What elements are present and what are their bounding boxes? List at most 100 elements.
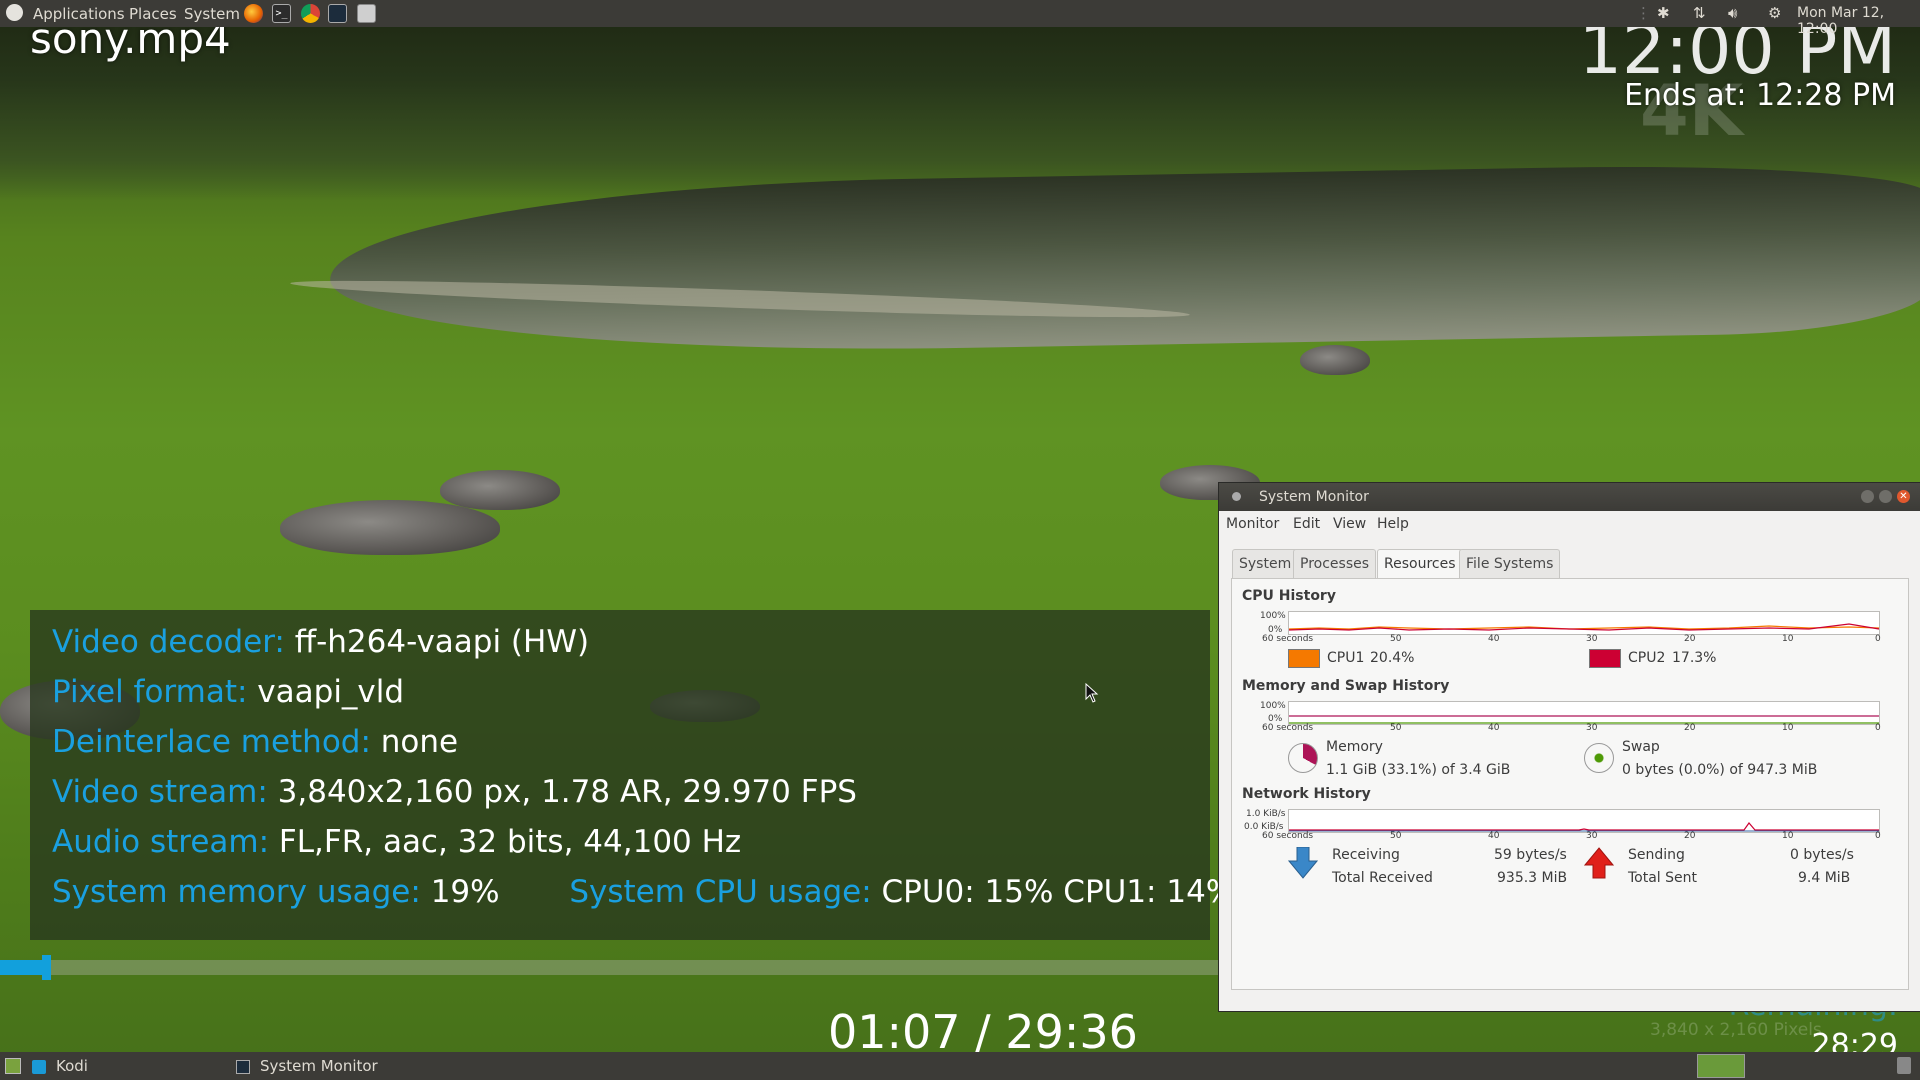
value: 19% <box>430 874 500 910</box>
panel-clock[interactable]: Mon Mar 12, 12:00 <box>1797 5 1920 37</box>
memory-graph-lines <box>1289 715 1879 724</box>
value: 3,840x2,160 px, 1.78 AR, 29.970 FPS <box>277 774 857 810</box>
net-tick: 0 <box>1875 831 1881 841</box>
seek-bar-handle[interactable] <box>42 955 52 980</box>
cpu1-color-swatch[interactable] <box>1288 649 1320 668</box>
tab-resources[interactable]: Resources <box>1377 549 1463 578</box>
info-deinterlace: Deinterlace method: none <box>52 724 458 760</box>
tab-system[interactable]: System <box>1232 549 1299 578</box>
kodi-icon <box>32 1059 46 1074</box>
cpu-tick: 60 seconds <box>1262 634 1314 644</box>
osd-ends-at: Ends at: 12:28 PM <box>1624 78 1896 113</box>
chrome-icon[interactable] <box>301 4 320 23</box>
cpu2-label: CPU2 <box>1628 650 1666 666</box>
swap-label: Swap <box>1622 739 1660 755</box>
value: FL,FR, aac, 32 bits, 44,100 Hz <box>278 824 742 860</box>
net-tick: 50 <box>1390 831 1402 841</box>
tab-processes[interactable]: Processes <box>1293 549 1377 578</box>
info-video-stream: Video stream: 3,840x2,160 px, 1.78 AR, 2… <box>52 774 857 810</box>
bluetooth-icon[interactable]: ✱ <box>1657 4 1670 22</box>
taskbar-item-kodi[interactable]: Kodi <box>32 1054 232 1078</box>
network-icon[interactable]: ⇅ <box>1693 4 1706 22</box>
mem-tick: 60 seconds <box>1262 723 1314 733</box>
menu-places[interactable]: Places <box>129 5 177 23</box>
receiving-label: Receiving <box>1332 847 1400 863</box>
memory-label: Memory <box>1326 739 1383 755</box>
value: CPU0: 15% CPU1: 14% <box>881 874 1236 910</box>
workspace-switcher[interactable] <box>1697 1054 1745 1078</box>
tab-file-systems[interactable]: File Systems <box>1459 549 1561 578</box>
top-panel: Applications Places System >_ ⋮ ✱ ⇅ 🔊︎ ⚙… <box>0 0 1920 37</box>
menu-view[interactable]: View <box>1333 516 1366 532</box>
menu-monitor[interactable]: Monitor <box>1226 516 1279 532</box>
settings-gear-icon[interactable]: ⚙ <box>1768 4 1781 22</box>
separator-icon: ⋮ <box>1636 4 1651 22</box>
cpu-axis-top: 100% <box>1260 611 1286 621</box>
swap-pie-icon[interactable] <box>1584 743 1614 773</box>
total-received-value: 935.3 MiB <box>1497 870 1568 886</box>
mem-tick: 30 <box>1586 723 1598 733</box>
net-tick: 10 <box>1782 831 1794 841</box>
label: Video decoder: <box>52 624 285 660</box>
cpu2-value: 17.3% <box>1672 650 1717 666</box>
cpu1-label: CPU1 <box>1327 650 1365 666</box>
cpu-history-heading: CPU History <box>1242 588 1336 604</box>
label: System CPU usage: <box>569 874 872 910</box>
screenshot-icon[interactable] <box>357 4 376 23</box>
cpu-tick: 30 <box>1586 634 1598 644</box>
maximize-icon[interactable] <box>1879 490 1892 503</box>
codec-info-panel: Video decoder: ff-h264-vaapi (HW) Pixel … <box>30 610 1235 940</box>
receiving-arrow-icon[interactable] <box>1288 847 1318 879</box>
memory-pie-icon[interactable] <box>1288 743 1318 773</box>
cpu-tick: 0 <box>1875 634 1881 644</box>
resources-panel: CPU History 100% 0% 60 seconds 50 40 30 … <box>1231 578 1909 990</box>
info-audio-stream: Audio stream: FL,FR, aac, 32 bits, 44,10… <box>52 824 741 860</box>
menu-system[interactable]: System <box>184 5 240 23</box>
menu-applications[interactable]: Applications <box>33 5 125 23</box>
menu-edit[interactable]: Edit <box>1293 516 1320 532</box>
window-title: System Monitor <box>1259 489 1369 505</box>
taskbar-item-system-monitor[interactable]: System Monitor <box>236 1054 436 1078</box>
window-titlebar[interactable]: System Monitor ✕ <box>1219 483 1920 511</box>
network-history-heading: Network History <box>1242 786 1371 802</box>
label: System memory usage: <box>52 874 421 910</box>
info-system-usage: System memory usage: 19% System CPU usag… <box>52 874 1235 910</box>
show-desktop-icon[interactable] <box>5 1058 21 1074</box>
volume-icon[interactable]: 🔊︎ <box>1728 4 1737 22</box>
minimize-icon[interactable] <box>1861 490 1874 503</box>
info-video-decoder: Video decoder: ff-h264-vaapi (HW) <box>52 624 589 660</box>
bottom-panel: Kodi System Monitor <box>0 1052 1920 1080</box>
total-sent-value: 9.4 MiB <box>1798 870 1851 886</box>
label: Deinterlace method: <box>52 724 371 760</box>
menu-help[interactable]: Help <box>1377 516 1409 532</box>
value: none <box>380 724 459 760</box>
sending-value: 0 bytes/s <box>1790 847 1854 863</box>
trash-icon[interactable] <box>1897 1057 1911 1074</box>
total-sent-label: Total Sent <box>1628 870 1698 886</box>
seek-bar[interactable] <box>0 955 1220 980</box>
cpu-tick: 40 <box>1488 634 1500 644</box>
network-history-graph <box>1288 809 1880 833</box>
hippo <box>1300 345 1370 375</box>
cpu2-color-swatch[interactable] <box>1589 649 1621 668</box>
firefox-icon[interactable] <box>244 4 263 23</box>
hippo <box>280 500 500 555</box>
net-axis-top: 1.0 KiB/s <box>1246 809 1286 819</box>
terminal-icon[interactable]: >_ <box>272 4 291 23</box>
ubuntu-logo-icon[interactable] <box>6 4 23 21</box>
receiving-line <box>1289 822 1879 831</box>
hippo <box>440 470 560 510</box>
mem-tick: 20 <box>1684 723 1696 733</box>
mouse-pointer-icon <box>1085 683 1099 703</box>
system-monitor-icon <box>236 1059 250 1074</box>
value: vaapi_vld <box>257 674 405 710</box>
cpu-tick: 50 <box>1390 634 1402 644</box>
close-icon[interactable]: ✕ <box>1897 490 1910 503</box>
memory-history-graph <box>1288 701 1880 725</box>
memory-history-heading: Memory and Swap History <box>1242 678 1450 694</box>
info-pixel-format: Pixel format: vaapi_vld <box>52 674 404 710</box>
window-menu-icon[interactable] <box>1232 492 1241 501</box>
sending-arrow-icon[interactable] <box>1584 847 1614 879</box>
net-tick: 60 seconds <box>1262 831 1314 841</box>
system-monitor-icon[interactable] <box>328 4 347 23</box>
